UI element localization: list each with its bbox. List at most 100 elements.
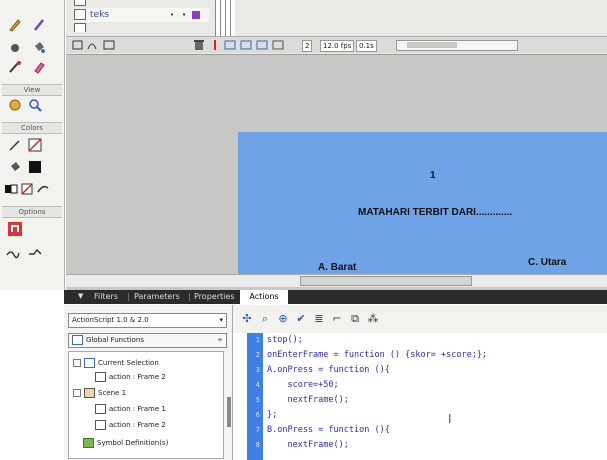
line-number: 3	[255, 366, 260, 374]
smooth-icon[interactable]	[6, 246, 20, 260]
frame-grid[interactable]	[215, 0, 235, 40]
line-number: 6	[255, 411, 260, 419]
selection-icon	[84, 358, 95, 368]
zoom-icon[interactable]	[28, 98, 42, 112]
code-line[interactable]: B.onPress = function (){	[267, 425, 390, 435]
collapse-icon[interactable]	[73, 359, 81, 367]
stage-scroll-thumb[interactable]	[300, 276, 472, 286]
text-cursor-icon: I	[448, 412, 452, 426]
tab-parameters[interactable]: Parameters	[134, 292, 180, 301]
brush-icon[interactable]	[32, 18, 46, 32]
stage[interactable]: 1 MATAHARI TERBIT DARI............. A. B…	[238, 132, 607, 287]
option-c-button[interactable]: C. Utara	[528, 257, 566, 268]
ink-bottle-icon[interactable]	[8, 40, 22, 54]
no-color-icon[interactable]	[20, 182, 34, 196]
tree-label: action : Frame 1	[109, 405, 166, 413]
script-navigator: Current Selection action : Frame 2 Scene…	[68, 351, 224, 459]
line-number: 5	[255, 396, 260, 404]
tree-item-action[interactable]: action : Frame 2	[95, 420, 166, 430]
layer-icon	[74, 0, 86, 6]
tree-label: Scene 1	[98, 389, 127, 397]
tree-item-action[interactable]: action : Frame 1	[95, 404, 166, 414]
script-icon	[95, 372, 106, 382]
target-path-icon[interactable]: ⊕	[277, 313, 289, 325]
chevron-down-icon: ▾	[219, 316, 223, 324]
timeline-scrollbar[interactable]	[396, 40, 518, 51]
tab-filters[interactable]: Filters	[94, 292, 118, 301]
actions-toolbar: ✣ ⌕ ⊕ ✔ ≣ ⌐ ⧉ ⁂	[233, 305, 607, 333]
add-item-icon[interactable]: ✣	[241, 313, 253, 325]
fill-swatch-icon[interactable]	[28, 160, 42, 174]
tree-item-action[interactable]: action : Frame 2	[95, 372, 166, 382]
tree-label: action : Frame 2	[109, 373, 166, 381]
layer-buttons-icon[interactable]	[72, 39, 120, 51]
line-number: 7	[255, 426, 260, 434]
trash-icon[interactable]	[194, 39, 204, 51]
eyedropper-icon[interactable]	[8, 60, 22, 74]
actionscript-version-select[interactable]: ActionScript 1.0 & 2.0 ▾	[68, 313, 227, 328]
debug-icon[interactable]: ⧉	[349, 313, 361, 325]
tab-actions[interactable]: Actions	[240, 290, 288, 304]
tree-item-current-selection[interactable]: Current Selection	[73, 358, 159, 368]
onion-skin-buttons-icon[interactable]	[224, 39, 294, 51]
layer-row[interactable]	[74, 0, 209, 8]
code-line[interactable]: nextFrame();	[267, 440, 348, 450]
code-line[interactable]: nextFrame();	[267, 395, 348, 405]
splitter-handle[interactable]	[227, 397, 231, 427]
stroke-swatch-icon[interactable]	[28, 138, 42, 152]
code-line[interactable]: score=+50;	[267, 380, 338, 390]
line-number: 4	[255, 381, 260, 389]
global-functions-select[interactable]: Global Functions ÷	[68, 333, 227, 348]
lock-dot-icon[interactable]: •	[182, 8, 186, 22]
playhead[interactable]	[214, 40, 216, 50]
tools-panel: View Colors Options	[0, 0, 65, 290]
tree-item-scene[interactable]: Scene 1	[73, 388, 126, 398]
scroll-thumb[interactable]	[407, 42, 457, 48]
swap-colors-icon[interactable]	[36, 182, 50, 196]
eraser-icon[interactable]	[32, 60, 46, 74]
line-number-gutter: 1 2 3 4 5 6 7 8	[247, 333, 263, 460]
code-line[interactable]: A.onPress = function (){	[267, 365, 390, 375]
layer-row[interactable]	[74, 22, 209, 32]
script-icon	[95, 420, 106, 430]
collapse-icon[interactable]	[73, 389, 81, 397]
script-icon	[95, 404, 106, 414]
current-frame: 2	[302, 40, 313, 52]
panel-tabs: ▼ Filters | Parameters | Properties	[64, 290, 607, 304]
line-number: 1	[255, 336, 260, 344]
colors-section-label: Colors	[2, 122, 62, 134]
code-line[interactable]: onEnterFrame = function () {skor= +score…	[267, 350, 487, 360]
paint-bucket-icon[interactable]	[32, 40, 46, 54]
check-syntax-icon[interactable]: ✔	[295, 313, 307, 325]
option-a-button[interactable]: A. Barat	[318, 262, 356, 273]
black-white-icon[interactable]	[4, 182, 18, 196]
select-value: ActionScript 1.0 & 2.0	[72, 316, 149, 324]
auto-format-icon[interactable]: ≣	[313, 313, 325, 325]
options-section-label: Options	[2, 206, 62, 218]
code-hint-icon[interactable]: ⌐	[331, 313, 343, 325]
tree-label: Current Selection	[98, 359, 159, 367]
stroke-color-icon[interactable]	[8, 138, 22, 152]
collapse-arrow-icon[interactable]: ▼	[78, 292, 83, 300]
code-line[interactable]: stop();	[267, 335, 303, 345]
straighten-icon[interactable]	[28, 246, 42, 260]
hand-icon[interactable]	[8, 98, 22, 112]
tree-label: action : Frame 2	[109, 421, 166, 429]
tree-item-symbol-definitions[interactable]: Symbol Definition(s)	[83, 438, 168, 448]
tab-properties[interactable]: Properties	[194, 292, 234, 301]
code-line[interactable]: };	[267, 410, 277, 420]
tree-label: Symbol Definition(s)	[97, 439, 169, 447]
fill-color-icon[interactable]	[8, 160, 22, 174]
layer-name: teks	[90, 10, 109, 20]
pencil-icon[interactable]	[8, 18, 22, 32]
find-icon[interactable]: ⌕	[259, 313, 271, 325]
layer-color-icon[interactable]	[192, 11, 200, 19]
collapse-code-icon[interactable]: ⁂	[367, 313, 379, 325]
layer-row-teks[interactable]: teks • •	[74, 8, 209, 22]
chevron-down-icon: ÷	[217, 336, 223, 344]
snap-magnet-icon[interactable]	[8, 222, 22, 236]
question-text: MATAHARI TERBIT DARI.............	[358, 207, 513, 218]
timeline-footer: 2 12.0 fps 0.1s	[66, 36, 607, 53]
frame-rate[interactable]: 12.0 fps	[320, 40, 355, 52]
visibility-dot-icon[interactable]: •	[170, 8, 174, 22]
